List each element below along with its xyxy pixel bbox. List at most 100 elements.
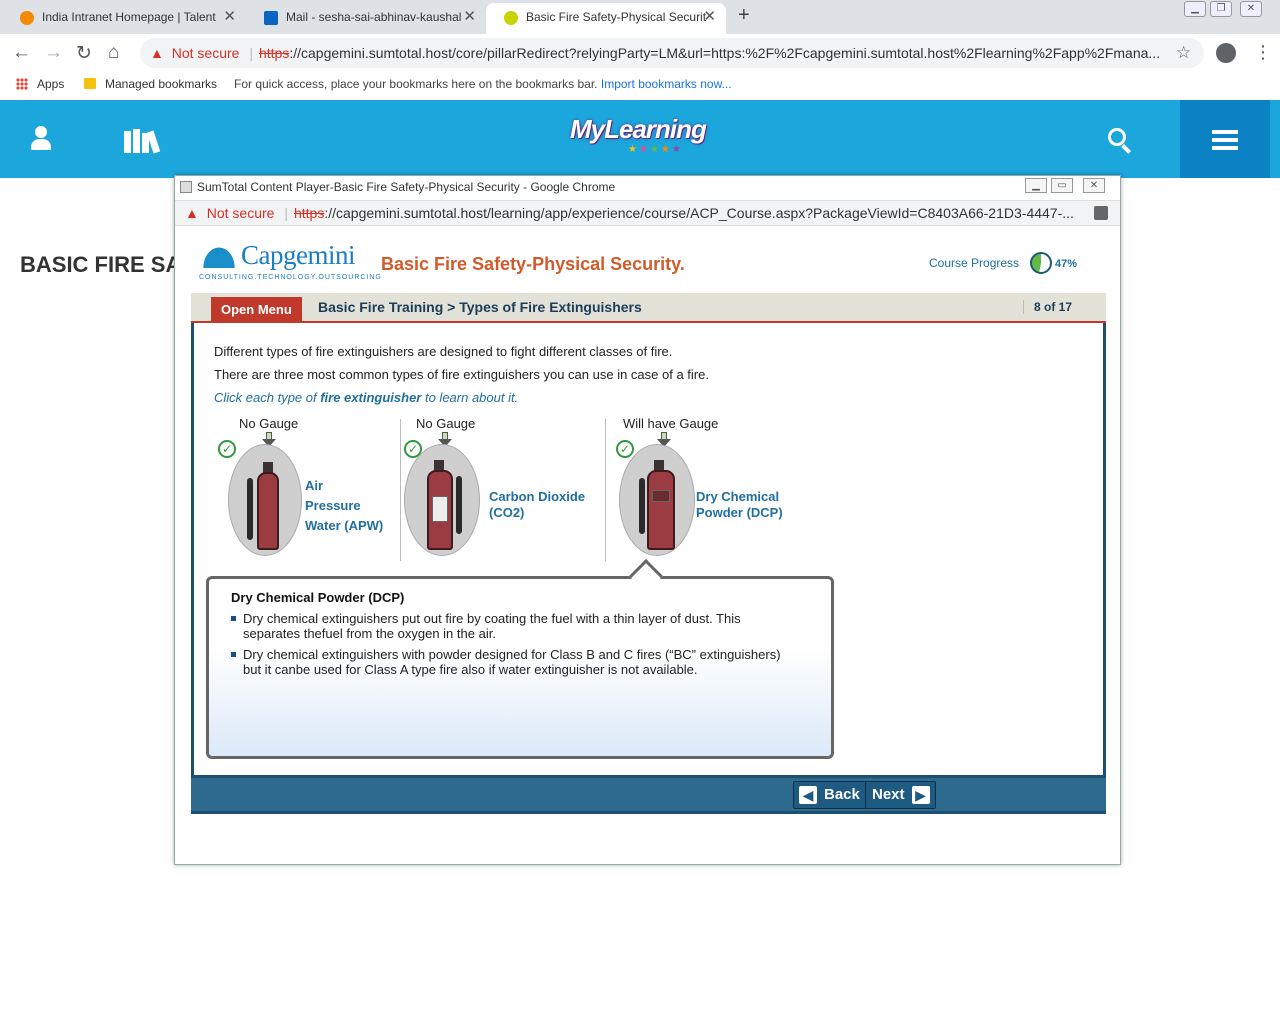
- capgemini-spade-icon: [199, 242, 239, 268]
- name-line: Air: [305, 478, 324, 493]
- minimize-window-icon[interactable]: ▁: [1025, 178, 1047, 193]
- name-line: Carbon Dioxide: [489, 489, 586, 504]
- warning-icon: ▲: [185, 205, 199, 221]
- reload-icon[interactable]: ↻: [76, 42, 92, 65]
- address-bar[interactable]: ▲ Not secure | https://capgemini.sumtotal…: [140, 38, 1204, 68]
- close-tab-icon[interactable]: ✕: [463, 3, 476, 31]
- maximize-window-icon[interactable]: ▭: [1051, 178, 1073, 193]
- restore-window-icon[interactable]: ❐: [1210, 1, 1232, 17]
- user-profile-icon[interactable]: [28, 126, 54, 152]
- divider: [605, 419, 606, 561]
- tab-label: India Intranet Homepage | Talent: [42, 10, 216, 24]
- name-line: Dry Chemical: [696, 489, 780, 504]
- mylearning-logo[interactable]: MyLearning ★★★★★: [570, 114, 710, 160]
- popup-title: SumTotal Content Player-Basic Fire Safet…: [197, 180, 616, 194]
- bookmark-managed[interactable]: Managed bookmarks: [105, 72, 217, 96]
- tab-label: Mail - sesha-sai-abhinav-kaushal: [286, 10, 462, 24]
- import-bookmarks-link[interactable]: Import bookmarks now...: [601, 77, 732, 91]
- info-callout: Dry Chemical Powder (DCP) Dry chemical e…: [206, 576, 834, 759]
- callout-bullet: Dry chemical extinguishers put out fire …: [231, 611, 791, 641]
- breadcrumb: Basic Fire Training > Types of Fire Exti…: [318, 299, 642, 315]
- logo-stars-icon: ★★★★★: [628, 144, 683, 155]
- callout-title: Dry Chemical Powder (DCP): [231, 590, 405, 605]
- divider: [400, 419, 401, 561]
- extinguisher-hose: [456, 476, 462, 534]
- lesson-content: Different types of fire extinguishers ar…: [191, 323, 1106, 778]
- extinguisher-label: [652, 490, 670, 502]
- security-status[interactable]: Not secure: [172, 45, 240, 61]
- bookmark-apps[interactable]: Apps: [37, 72, 64, 96]
- new-tab-icon[interactable]: +: [738, 4, 750, 27]
- home-icon[interactable]: ⌂: [108, 42, 119, 64]
- close-window-icon[interactable]: ✕: [1083, 178, 1105, 193]
- more-menu-icon[interactable]: ⋮: [1254, 42, 1272, 63]
- course-progress-label: Course Progress: [929, 256, 1020, 270]
- browser-tab-strip: India Intranet Homepage | Talent ✕ Mail …: [0, 0, 1280, 34]
- close-tab-icon[interactable]: ✕: [703, 3, 716, 31]
- extinguisher-hose: [247, 478, 253, 540]
- back-button[interactable]: ◀ Back: [793, 781, 867, 809]
- progress-pie-icon: [1030, 252, 1052, 274]
- security-status[interactable]: Not secure: [207, 205, 275, 221]
- next-arrow-icon: ▶: [911, 786, 930, 804]
- gauge-label: No Gauge: [416, 416, 476, 431]
- extinguisher-hose: [639, 478, 645, 534]
- name-line: Powder (DCP): [696, 505, 783, 520]
- back-label: Back: [824, 786, 860, 803]
- url-scheme: https: [258, 45, 290, 61]
- sumtotal-favicon-icon: [504, 11, 518, 25]
- course-title: Basic Fire Safety-Physical Security.: [381, 254, 685, 274]
- callout-bullets: Dry chemical extinguishers put out fire …: [231, 611, 791, 683]
- popup-address-bar[interactable]: ▲ Not secure | https://capgemini.sumtotal…: [175, 200, 1120, 226]
- name-line: Pressure: [305, 498, 361, 513]
- extinguisher-co2[interactable]: No Gauge ✓ Carbon Dioxide (CO2): [404, 416, 594, 566]
- extinguisher-apw[interactable]: No Gauge ✓ Air Pressure Water (APW): [206, 416, 386, 566]
- url-text: ://capgemini.sumtotal.host/learning/app/…: [324, 205, 1074, 221]
- minimize-window-icon[interactable]: ▁: [1184, 1, 1206, 17]
- logo-text: MyLearning: [570, 114, 707, 144]
- course-header: Capgemini CONSULTING.TECHNOLOGY.OUTSOURC…: [175, 228, 1120, 293]
- brand-tagline: CONSULTING.TECHNOLOGY.OUTSOURCING: [199, 274, 382, 281]
- instruction-bold: fire extinguisher: [320, 390, 422, 405]
- close-window-icon[interactable]: ✕: [1240, 1, 1262, 17]
- window-favicon-icon: [180, 181, 192, 193]
- search-icon[interactable]: [1108, 128, 1134, 154]
- extinguisher-dcp-icon: [647, 470, 675, 550]
- bookmarks-hint: For quick access, place your bookmarks h…: [234, 72, 732, 96]
- bookmarks-hint-text: For quick access, place your bookmarks h…: [234, 77, 598, 91]
- account-avatar-icon[interactable]: [1216, 43, 1236, 63]
- url-scheme: https: [293, 205, 325, 221]
- completed-check-icon: ✓: [218, 440, 236, 458]
- next-label: Next: [872, 786, 905, 803]
- next-button[interactable]: Next ▶: [865, 781, 936, 809]
- talent-favicon-icon: [20, 11, 34, 25]
- folder-icon: [84, 78, 96, 89]
- library-books-icon[interactable]: [124, 127, 161, 154]
- extinguisher-apw-icon: [257, 472, 279, 550]
- browser-toolbar: ← → ↻ ⌂ ▲ Not secure | https://capgemini.…: [0, 34, 1280, 72]
- url-text: ://capgemini.sumtotal.host/core/pillarRe…: [289, 45, 1161, 61]
- extinguisher-dcp[interactable]: Will have Gauge ✓ Dry Chemical Powder (D…: [609, 416, 809, 566]
- back-arrow-icon[interactable]: ←: [12, 42, 31, 64]
- bookmark-star-icon[interactable]: ☆: [1176, 43, 1191, 63]
- name-line: (CO2): [489, 505, 525, 520]
- warning-icon: ▲: [150, 45, 164, 61]
- outlook-favicon-icon: [264, 11, 278, 25]
- popup-titlebar: SumTotal Content Player-Basic Fire Safet…: [175, 176, 1120, 200]
- forward-arrow-icon[interactable]: →: [44, 42, 63, 64]
- instruction-pre: Click each type of: [214, 390, 321, 405]
- bookmarks-bar: Apps Managed bookmarks For quick access,…: [0, 72, 1280, 100]
- completed-check-icon: ✓: [616, 440, 634, 458]
- close-tab-icon[interactable]: ✕: [223, 3, 236, 31]
- hamburger-menu-icon[interactable]: [1180, 100, 1270, 178]
- gauge-label: No Gauge: [239, 416, 299, 431]
- extinguisher-name: Air Pressure Water (APW): [305, 478, 383, 534]
- extinguisher-name: Dry Chemical Powder (DCP): [696, 489, 783, 521]
- open-menu-button[interactable]: Open Menu: [211, 297, 302, 323]
- tab-mail[interactable]: Mail - sesha-sai-abhinav-kaushal ✕: [246, 3, 486, 34]
- tab-india-intranet[interactable]: India Intranet Homepage | Talent ✕: [2, 3, 246, 34]
- extension-puzzle-icon[interactable]: [1094, 206, 1108, 220]
- intro-text: There are three most common types of fir…: [214, 367, 709, 382]
- tab-basic-fire-safety[interactable]: Basic Fire Safety-Physical Security ✕: [486, 3, 726, 34]
- extinguisher-label: [432, 496, 448, 522]
